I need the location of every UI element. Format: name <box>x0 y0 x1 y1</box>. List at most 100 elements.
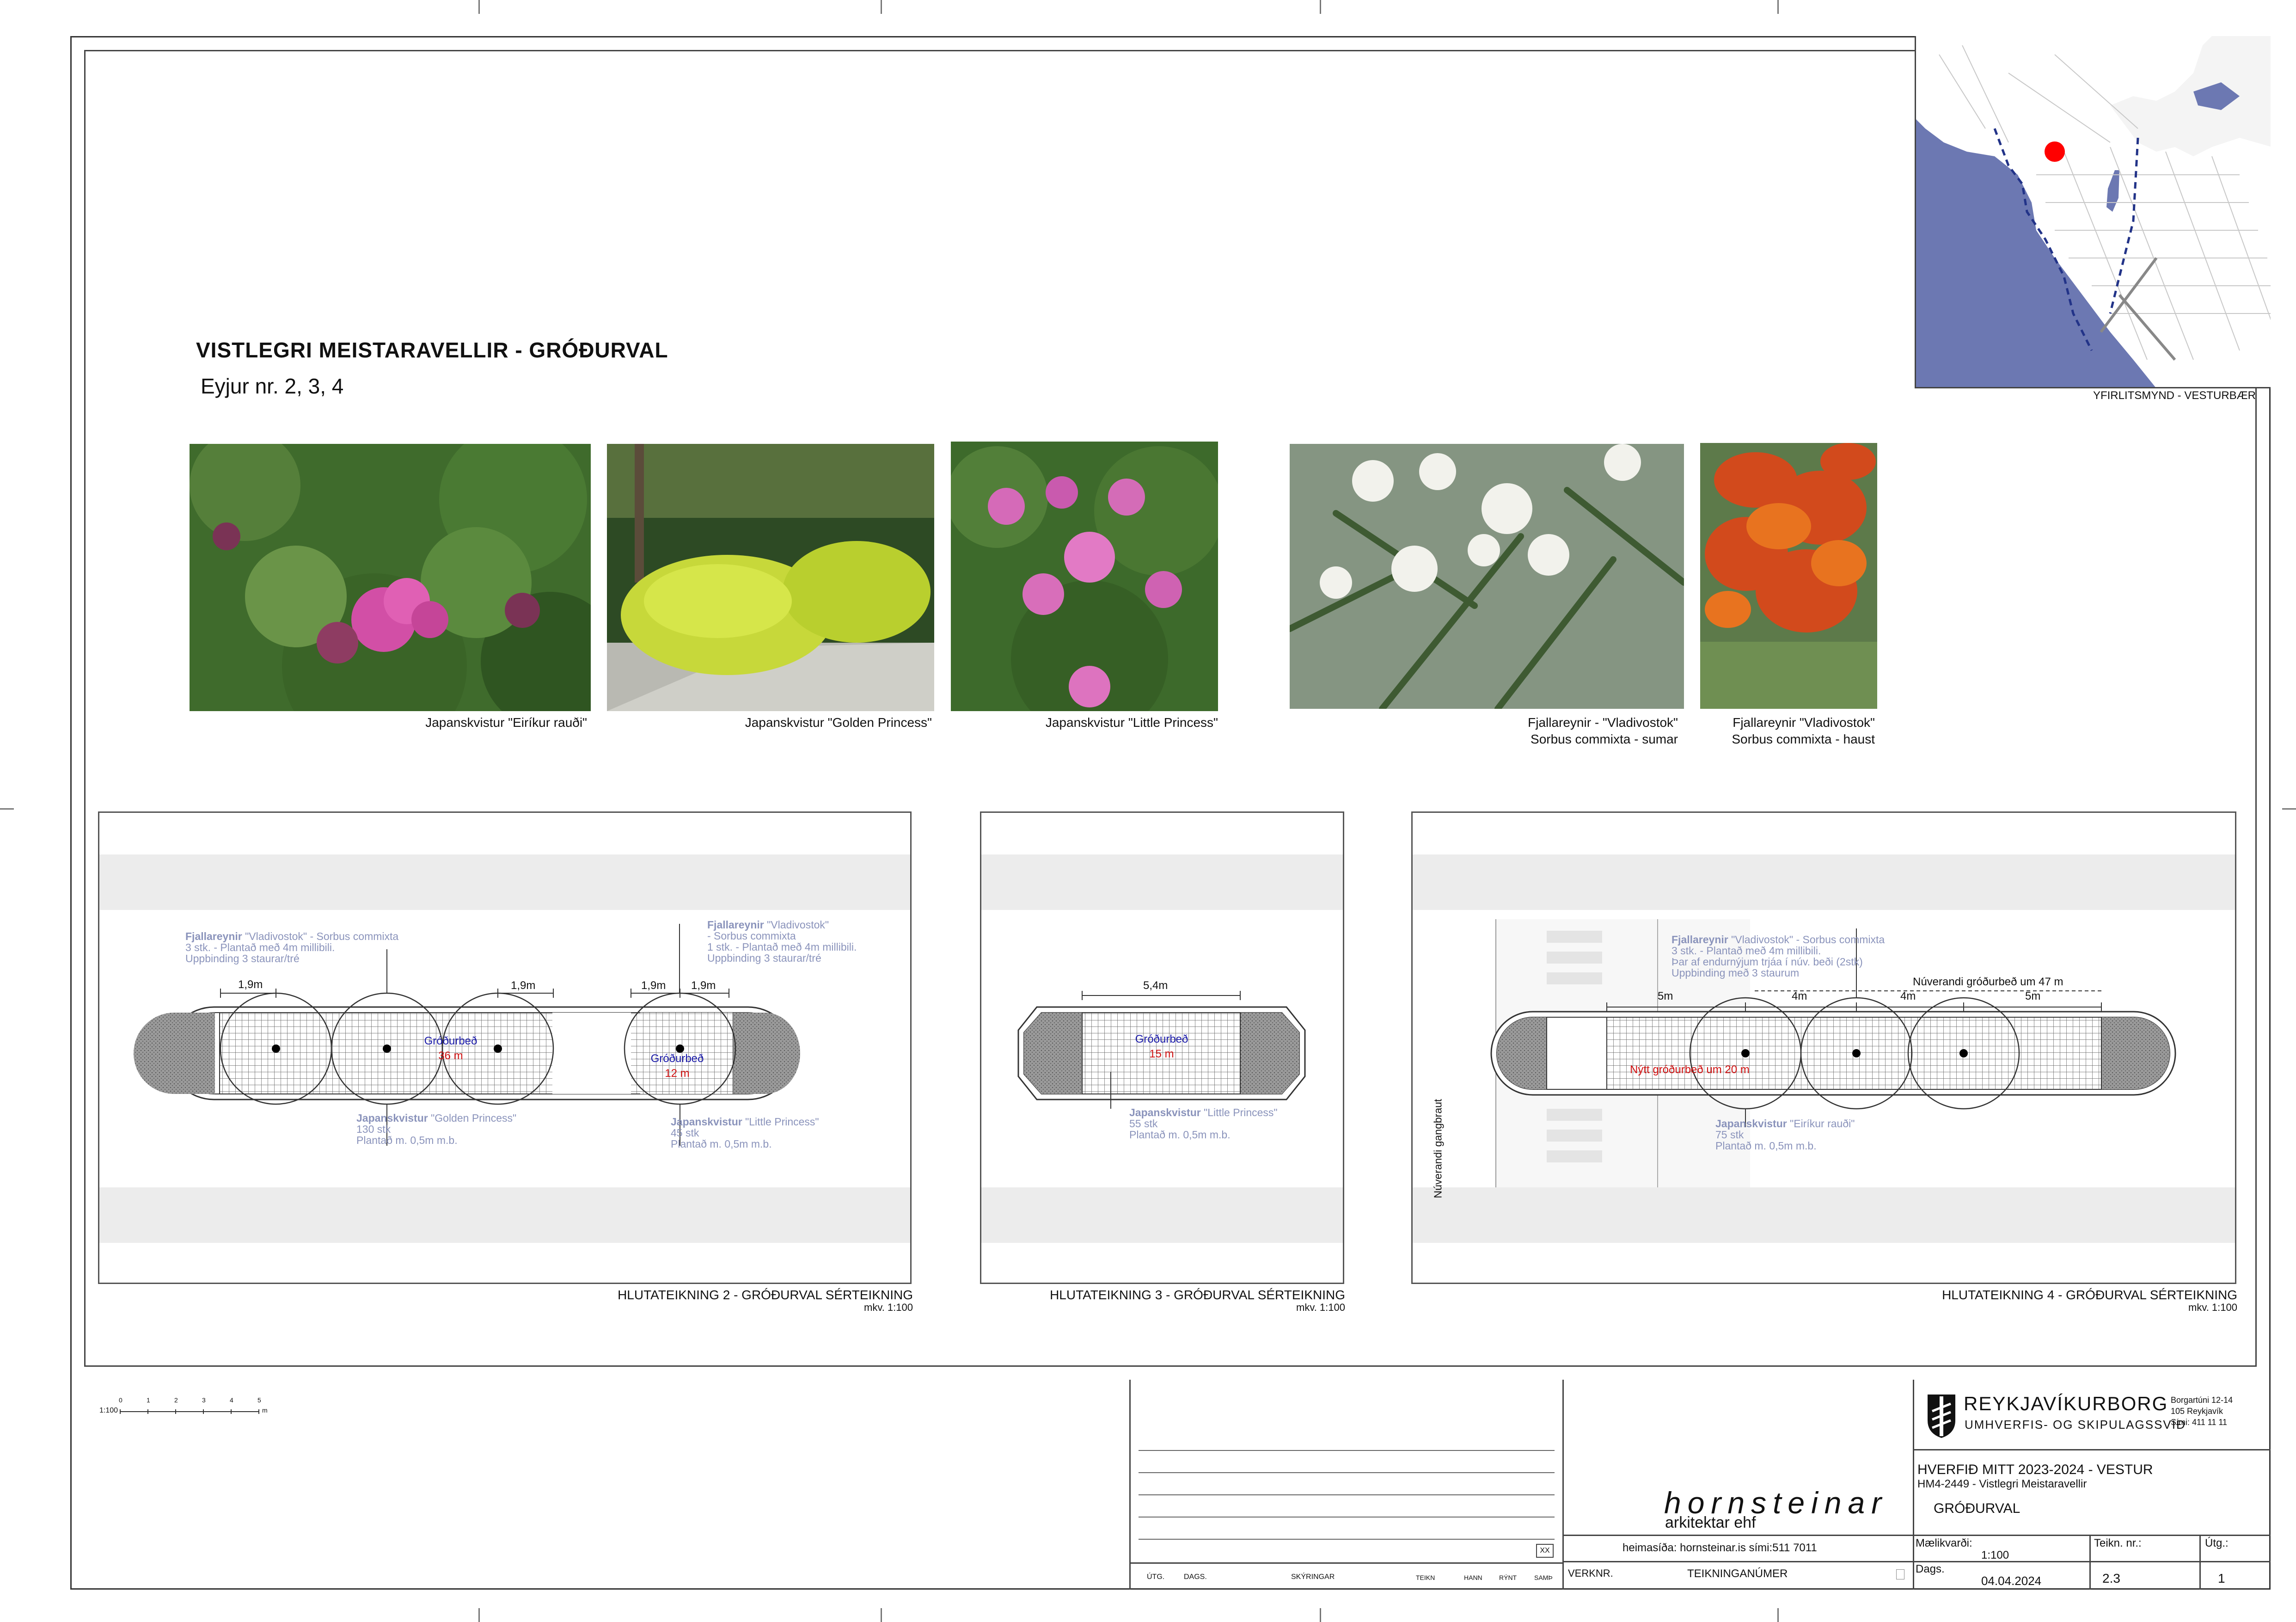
scale-bar-graphic <box>120 1409 259 1414</box>
annotation-shrub-little-princess: Japanskvistur "Little Princess" 55 stk P… <box>1129 1107 1278 1140</box>
edge-tick <box>1777 1608 1779 1622</box>
panel-4-title: HLUTATEIKNING 4 - GRÓÐURVAL SÉRTEIKNING <box>1942 1288 2237 1302</box>
firm-subtitle: arkitektar ehf <box>1665 1514 1756 1531</box>
annotation-plant-name: Fjallareynir <box>707 919 764 931</box>
issue-value: 1 <box>2218 1571 2225 1585</box>
photo-caption-5-line1: Fjallareynir "Vladivostok" <box>1733 715 1875 730</box>
city-address-1: Borgartúni 12-14 <box>2171 1395 2233 1405</box>
edge-tick <box>1777 0 1779 14</box>
scale-tick-label: 4 <box>230 1396 233 1404</box>
scale-tick-label: 5 <box>257 1396 261 1404</box>
revision-row-line <box>1139 1472 1555 1473</box>
edge-tick <box>881 1608 882 1622</box>
revision-row-line <box>1139 1494 1555 1495</box>
revision-row-line <box>1139 1450 1555 1451</box>
scale-tick-label: 3 <box>202 1396 206 1404</box>
dimension-label: 1,9m <box>511 979 536 992</box>
photo-caption-1: Japanskvistur "Eiríkur rauði" <box>425 715 587 730</box>
revision-header: SKÝRINGAR <box>1291 1573 1335 1581</box>
panel-2-title: HLUTATEIKNING 2 - GRÓÐURVAL SÉRTEIKNING <box>618 1288 913 1302</box>
annotation-variety: "Vladivostok" - Sorbus commixta <box>1728 934 1885 946</box>
bed-area: 15 m <box>1149 1048 1174 1060</box>
scale-tick-label: 2 <box>174 1396 178 1404</box>
location-marker <box>2045 141 2065 162</box>
revision-header: DAGS. <box>1184 1573 1207 1581</box>
annotation-line: Plantað m. 0,5m m.b. <box>671 1138 772 1150</box>
scale-tick-label: 1 <box>147 1396 150 1404</box>
revision-header-line <box>1129 1562 1562 1564</box>
city-name: REYKJAVÍKURBORG <box>1964 1393 2168 1414</box>
edge-tick <box>478 0 480 14</box>
new-bed-label: Nýtt gróðurbeð um 20 m <box>1630 1063 1750 1076</box>
annotation-variety: "Eiríkur rauði" <box>1787 1118 1855 1130</box>
annotation-line: 3 stk. - Plantað með 4m millibili. <box>185 941 335 953</box>
date-label: Dags. <box>1916 1563 1945 1575</box>
bed-area: 36 m <box>438 1050 463 1062</box>
issue-label: Útg.: <box>2205 1537 2229 1549</box>
annotation-variety: "Golden Princess" <box>428 1112 517 1124</box>
panel-3-scale: mkv. 1:100 <box>1296 1302 1345 1313</box>
drawing-no-value: 2.3 <box>2102 1571 2120 1585</box>
photo-spiraea-little-princess <box>951 442 1218 711</box>
annotation-line: Þar af endurnýjum trjáa í núv. beði (2st… <box>1671 956 1863 968</box>
bed-label: Gróðurbeð <box>424 1035 478 1047</box>
annotation-line: Uppbinding með 3 staurum <box>1671 967 1800 979</box>
scale-bar: 1:100 0 1 2 3 4 5 m <box>99 1396 275 1424</box>
city-address-3: Sími: 411 11 11 <box>2171 1418 2228 1427</box>
dimension-label: 1,9m <box>238 978 263 991</box>
revision-header: HANN <box>1464 1574 1482 1581</box>
annotation-shrub-little-princess: Japanskvistur "Little Princess" 45 stk P… <box>671 1116 819 1149</box>
edge-tick <box>0 808 14 810</box>
sheet-title: VISTLEGRI MEISTARAVELLIR - GRÓÐURVAL <box>196 338 668 362</box>
existing-bed-label: Núverandi gróðurbeð um 47 m <box>1913 976 2063 988</box>
photo-caption-2: Japanskvistur "Golden Princess" <box>745 715 932 730</box>
revision-header: TEIKN <box>1416 1574 1435 1581</box>
city-address-2: 105 Reykjavík <box>2171 1407 2223 1416</box>
revision-header: ÚTG. <box>1147 1573 1165 1581</box>
photo-sorbus-autumn <box>1700 443 1877 709</box>
photo-spiraea-eirikur-raudi <box>190 444 591 711</box>
photo-spiraea-golden-princess <box>607 444 934 711</box>
dimension-label: 5,4m <box>1143 979 1168 992</box>
panel-2-scale: mkv. 1:100 <box>864 1302 913 1313</box>
bed-area: 12 m <box>665 1067 690 1080</box>
annotation-plant-name: Japanskvistur <box>1129 1106 1201 1118</box>
annotation-trees: Fjallareynir "Vladivostok" - Sorbus comm… <box>1671 934 1885 978</box>
annotation-line: 75 stk <box>1715 1129 1744 1141</box>
photo-caption-5: Fjallareynir "Vladivostok" Sorbus commix… <box>1700 714 1875 748</box>
annotation-plant-name: Fjallareynir <box>1671 934 1728 946</box>
photo-caption-4-line1: Fjallareynir - "Vladivostok" <box>1528 715 1678 730</box>
scale-tick-label: 0 <box>119 1396 122 1404</box>
drawing-no-label: Teikn. nr.: <box>2094 1537 2142 1549</box>
detail-panel-2: Fjallareynir "Vladivostok" - Sorbus comm… <box>98 811 912 1284</box>
annotation-line: Plantað m. 0,5m m.b. <box>1129 1129 1231 1141</box>
scale-unit: m <box>262 1407 268 1414</box>
dimension-label: 4m <box>1792 990 1807 1002</box>
panel-4-plan <box>1490 919 2176 1187</box>
city-department: UMHVERFIS- OG SKIPULAGSSVIÐ <box>1965 1418 2186 1432</box>
panel-2-plan <box>134 924 800 1146</box>
location-map-drawing <box>1916 36 2271 387</box>
firm-contact: heimasíða: hornsteinar.is sími:511 7011 <box>1623 1542 1817 1554</box>
annotation-shrub-eirikur-raudi: Japanskvistur "Eiríkur rauði" 75 stk Pla… <box>1715 1118 1855 1151</box>
teikninganumer-label: TEIKNINGANÚMER <box>1687 1567 1788 1580</box>
scale-bar-label: 1:100 <box>99 1407 118 1414</box>
map-caption: YFIRLITSMYND - VESTURBÆR <box>2093 389 2256 402</box>
photo-caption-3: Japanskvistur "Little Princess" <box>1045 715 1218 730</box>
scale-value: 1:100 <box>1981 1549 2009 1561</box>
small-box-icon <box>1896 1569 1904 1579</box>
annotation-shrub-golden-princess: Japanskvistur "Golden Princess" 130 stk … <box>356 1112 516 1146</box>
project-name: HVERFIÐ MITT 2023-2024 - VESTUR <box>1917 1462 2153 1477</box>
annotation-line: - Sorbus commixta <box>707 930 796 942</box>
annotation-plant-name: Japanskvistur <box>356 1112 428 1124</box>
dimension-label: 4m <box>1900 990 1916 1002</box>
city-divider <box>1913 1561 2271 1562</box>
bed-label: Gróðurbeð <box>650 1052 704 1065</box>
dimension-label: 5m <box>2025 990 2041 1002</box>
annotation-line: 130 stk <box>356 1123 391 1135</box>
annotation-variety: "Vladivostok" - Sorbus commixta <box>242 930 399 942</box>
sheet-subtitle: Eyjur nr. 2, 3, 4 <box>201 374 344 398</box>
firm-block: hornsteinar arkitektar ehf heimasíða: ho… <box>1562 1380 1913 1590</box>
city-divider <box>1913 1449 2271 1450</box>
annotation-line: Plantað m. 0,5m m.b. <box>1715 1140 1817 1152</box>
